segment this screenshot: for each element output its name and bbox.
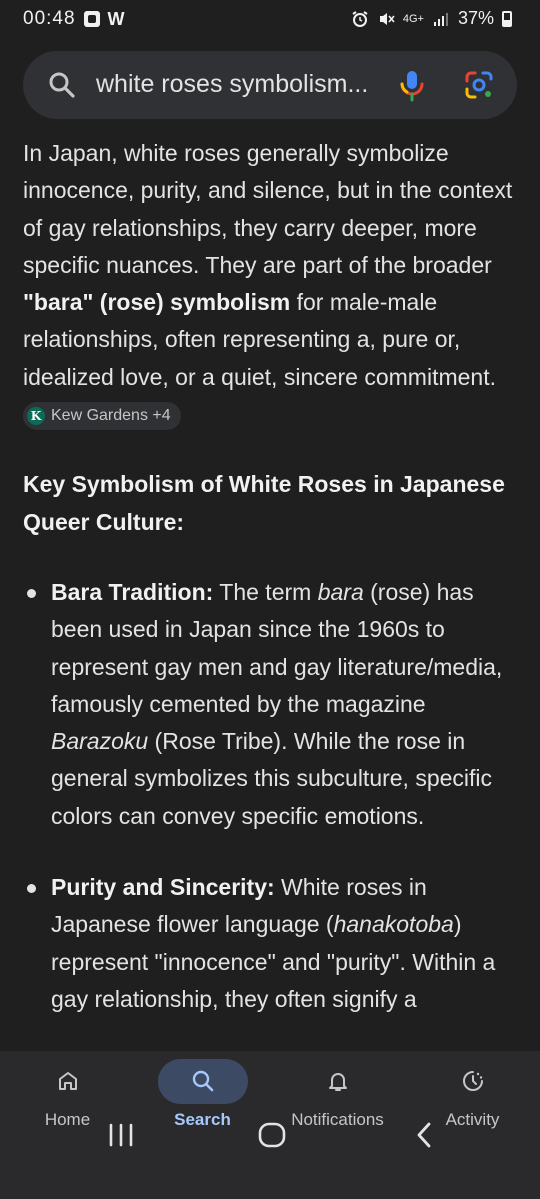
activity-icon (462, 1071, 483, 1091)
nav-icon-container (157, 1059, 248, 1104)
search-bar[interactable]: white roses symbolism... (23, 51, 517, 119)
home-button-icon[interactable] (257, 1120, 287, 1150)
ai-answer: In Japan, white roses generally symboliz… (23, 135, 518, 1052)
bell-icon (328, 1073, 347, 1091)
alarm-icon (352, 10, 368, 27)
intro-text: In Japan, white roses generally symboliz… (23, 140, 513, 278)
back-icon[interactable] (412, 1120, 436, 1150)
battery-icon (502, 10, 512, 27)
bullet-text: The term (213, 578, 318, 605)
notification-app-icon (83, 11, 100, 27)
recent-apps-icon[interactable] (108, 1120, 134, 1150)
carrier-icon: W (107, 8, 125, 29)
nav-icon-container (428, 1059, 518, 1104)
search-input[interactable]: white roses symbolism... (96, 70, 386, 99)
list-item: Purity and Sincerity: White roses in Jap… (23, 869, 518, 1018)
bullet-italic: bara (317, 578, 364, 605)
bullet-title: Purity and Sincerity: (51, 874, 275, 901)
status-bar: 00:48 W 4G+ 37% (0, 0, 540, 40)
battery-percent: 37% (457, 8, 494, 28)
bullet-italic: hanakotoba (333, 911, 454, 938)
lens-icon[interactable] (463, 69, 495, 101)
mute-icon (379, 12, 395, 25)
signal-icon (433, 12, 448, 26)
search-icon[interactable] (48, 71, 76, 99)
intro-paragraph: In Japan, white roses generally symboliz… (23, 135, 518, 433)
bullet-title: Bara Tradition: (51, 578, 214, 605)
kew-gardens-icon: K (27, 407, 45, 426)
system-nav-bar (0, 1100, 540, 1199)
intro-bold-text: "bara" (rose) symbolism (23, 289, 291, 316)
bullet-list: Bara Tradition: The term bara (rose) has… (23, 574, 518, 1018)
source-chip-label: Kew Gardens +4 (51, 407, 171, 425)
nav-icon-container (23, 1059, 113, 1104)
source-chip[interactable]: K Kew Gardens +4 (23, 402, 181, 431)
search-icon (192, 1070, 213, 1092)
section-heading: Key Symbolism of White Roses in Japanese… (23, 471, 505, 535)
nav-icon-container (293, 1059, 383, 1104)
mic-icon[interactable] (399, 69, 425, 103)
network-type: 4G+ (402, 12, 424, 25)
status-time: 00:48 (23, 8, 76, 29)
list-item: Bara Tradition: The term bara (rose) has… (23, 574, 518, 835)
home-icon (58, 1072, 77, 1090)
bullet-italic: Barazoku (51, 728, 149, 755)
